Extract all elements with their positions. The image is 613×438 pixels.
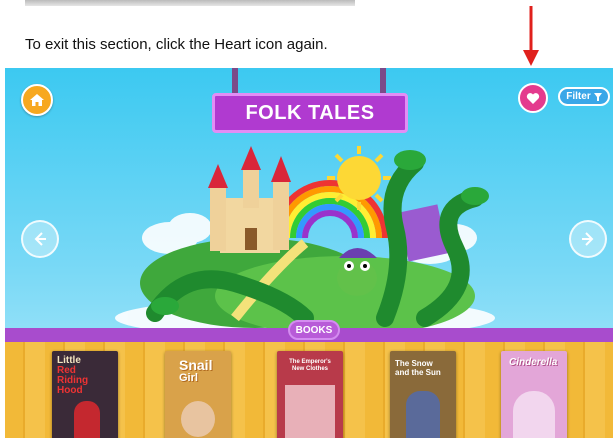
top-cropped-text	[25, 0, 355, 6]
book-illustration	[181, 401, 215, 437]
book-title-line: New Clothes	[291, 366, 328, 372]
book-title-line: Girl	[179, 372, 198, 384]
book-illustration	[285, 385, 335, 438]
previous-arrow-button[interactable]	[21, 220, 59, 258]
section-title-sign: FOLK TALES	[212, 93, 408, 133]
book-cover-red-riding-hood[interactable]: Little Red Riding Hood	[52, 351, 118, 438]
heart-icon	[526, 92, 540, 104]
arrow-left-icon	[34, 232, 46, 246]
book-cover-snail-girl[interactable]: Snail Girl	[165, 351, 231, 438]
book-title-line: The Snow	[395, 359, 433, 368]
filter-label: Filter	[566, 91, 591, 102]
books-tab[interactable]: BOOKS	[288, 320, 340, 340]
home-icon	[30, 94, 44, 106]
book-shelf: Little Red Riding Hood Snail Girl The Em…	[5, 342, 613, 438]
book-title-line: Cinderella	[509, 357, 558, 368]
heart-favorites-button[interactable]	[518, 83, 548, 113]
books-tab-label: BOOKS	[295, 324, 333, 336]
book-title-line: The Emperor's	[289, 359, 331, 365]
book-illustration	[406, 391, 440, 438]
book-illustration	[513, 391, 555, 438]
book-title-line: Snail	[179, 357, 213, 373]
instruction-text: To exit this section, click the Heart ic…	[25, 36, 328, 53]
next-arrow-button[interactable]	[569, 220, 607, 258]
book-title-line: Hood	[57, 385, 83, 396]
red-arrow-annotation	[523, 6, 539, 66]
section-title: FOLK TALES	[245, 101, 375, 124]
book-title-line: and the Sun	[395, 368, 441, 377]
sign-rope-right	[380, 68, 386, 94]
book-cover-snow-and-sun[interactable]: The Snow and the Sun	[390, 351, 456, 438]
sign-rope-left	[232, 68, 238, 94]
book-cover-cinderella[interactable]: Cinderella	[501, 351, 567, 438]
home-button[interactable]	[21, 84, 53, 116]
app-scene: FOLK TALES Filter Little Red Riding Hood…	[5, 68, 613, 438]
arrow-right-icon	[582, 232, 594, 246]
filter-funnel-icon	[593, 92, 602, 101]
book-cover-emperors-new-clothes[interactable]: The Emperor's New Clothes	[277, 351, 343, 438]
filter-button[interactable]: Filter	[558, 87, 610, 106]
book-illustration	[74, 401, 100, 438]
